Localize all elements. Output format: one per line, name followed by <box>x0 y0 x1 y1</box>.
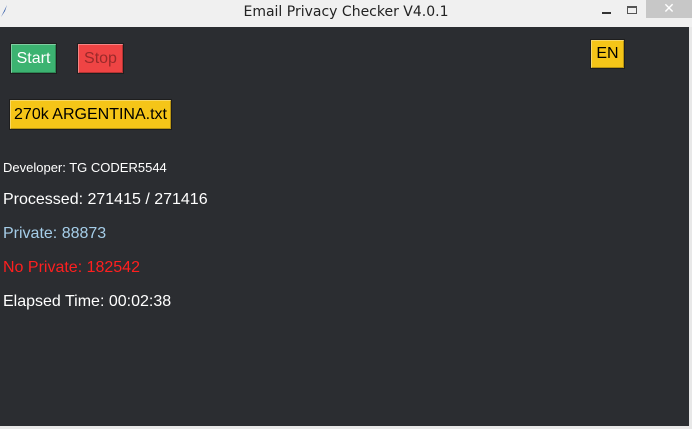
processed-count: Processed: 271415 / 271416 <box>3 191 208 208</box>
window-title: Email Privacy Checker V4.0.1 <box>243 4 449 20</box>
elapsed-time: Elapsed Time: 00:02:38 <box>3 293 172 310</box>
maximize-icon <box>627 6 637 14</box>
stop-button[interactable]: Stop <box>77 43 124 74</box>
close-button[interactable]: ✕ <box>646 0 692 18</box>
language-button[interactable]: EN <box>590 39 625 69</box>
private-count: Private: 88873 <box>3 225 107 242</box>
file-select-button[interactable]: 270k ARGENTINA.txt <box>9 99 172 130</box>
close-icon: ✕ <box>663 1 675 17</box>
no-private-count: No Private: 182542 <box>3 259 140 276</box>
minimize-icon <box>601 12 611 14</box>
developer-label: Developer: TG CODER5544 <box>3 160 167 175</box>
minimize-button[interactable] <box>592 0 620 20</box>
maximize-button[interactable] <box>620 0 644 20</box>
start-button[interactable]: Start <box>10 43 57 74</box>
title-bar: Email Privacy Checker V4.0.1 ✕ <box>0 0 692 27</box>
